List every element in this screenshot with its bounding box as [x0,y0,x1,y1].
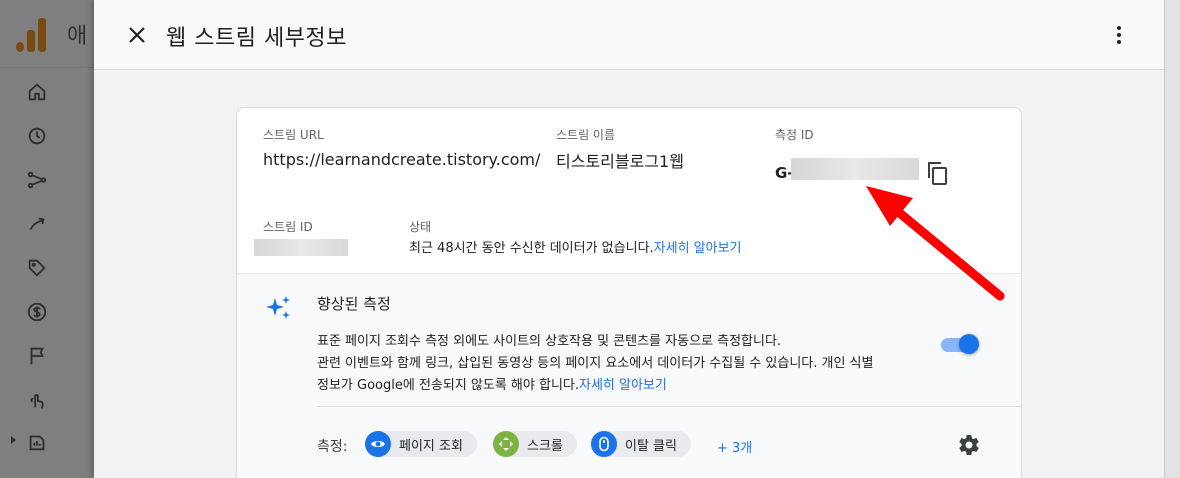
stream-name-value: 티스토리블로그1웹 [556,152,684,171]
copy-icon[interactable] [925,160,949,186]
more-measurements-link[interactable]: + 3개 [717,437,752,456]
chip-outbound-click[interactable]: 이탈 클릭 [591,431,691,457]
library-report-icon[interactable] [25,430,49,454]
chip-page-view[interactable]: 페이지 조회 [365,431,477,457]
stream-url-label: 스트림 URL [263,128,324,142]
measurement-chips-row: 측정: 페이지 조회 스크롤 이탈 클릭 + 3개 [317,406,1021,478]
dollar-icon[interactable] [25,300,49,324]
status-learn-more-link[interactable]: 자세히 알아보기 [654,241,742,256]
stream-name-label: 스트림 이름 [556,128,616,142]
stream-details-drawer: 웹 스트림 세부정보 스트림 URL https://learnandcreat… [94,0,1164,478]
home-icon[interactable] [25,80,49,104]
enhanced-measurement-section: 향상된 측정 표준 페이지 조회수 측정 외에도 사이트의 상호작용 및 콘텐츠… [237,273,1021,478]
drawer-title: 웹 스트림 세부정보 [166,26,347,51]
drawer-header: 웹 스트림 세부정보 [94,0,1164,70]
chip-scroll[interactable]: 스크롤 [493,431,577,457]
mouse-icon [591,431,617,457]
eye-icon [365,431,391,457]
measurement-id-label: 측정 ID [775,128,814,142]
background-app-name: 애 [67,24,88,49]
touch-icon[interactable] [25,388,49,412]
flag-icon[interactable] [25,344,49,368]
status-label: 상태 [409,220,432,234]
measurement-id-redacted [791,158,919,180]
enhanced-measurement-toggle[interactable] [939,332,979,356]
close-button[interactable] [124,22,150,48]
more-vert-icon[interactable] [1108,22,1130,48]
status-message: 최근 48시간 동안 수신한 데이터가 없습니다.자세히 알아보기 [409,241,742,256]
expand-arrow-icon[interactable] [11,436,16,444]
explore-icon[interactable] [25,168,49,192]
enhanced-learn-more-link[interactable]: 자세히 알아보기 [579,378,667,393]
sparkle-icon [265,294,293,322]
measure-label: 측정: [317,439,348,455]
background-nav-rail: 애 [0,0,94,478]
gear-icon[interactable] [957,433,981,457]
tag-icon[interactable] [25,256,49,280]
enhanced-measurement-description: 표준 페이지 조회수 측정 외에도 사이트의 상호작용 및 콘텐츠를 자동으로 … [317,334,874,393]
stream-id-label: 스트림 ID [263,220,313,234]
stream-url-value: https://learnandcreate.tistory.com/ [263,150,541,169]
stream-details-card: 스트림 URL https://learnandcreate.tistory.c… [236,107,1022,478]
enhanced-measurement-title: 향상된 측정 [317,295,391,313]
scroll-icon [493,431,519,457]
analytics-logo-icon [16,18,46,52]
reports-clock-icon[interactable] [25,124,49,148]
advertising-icon[interactable] [25,212,49,236]
page-scrollbar-strip [1164,0,1180,478]
stream-id-redacted [254,239,348,256]
close-icon [129,27,145,43]
